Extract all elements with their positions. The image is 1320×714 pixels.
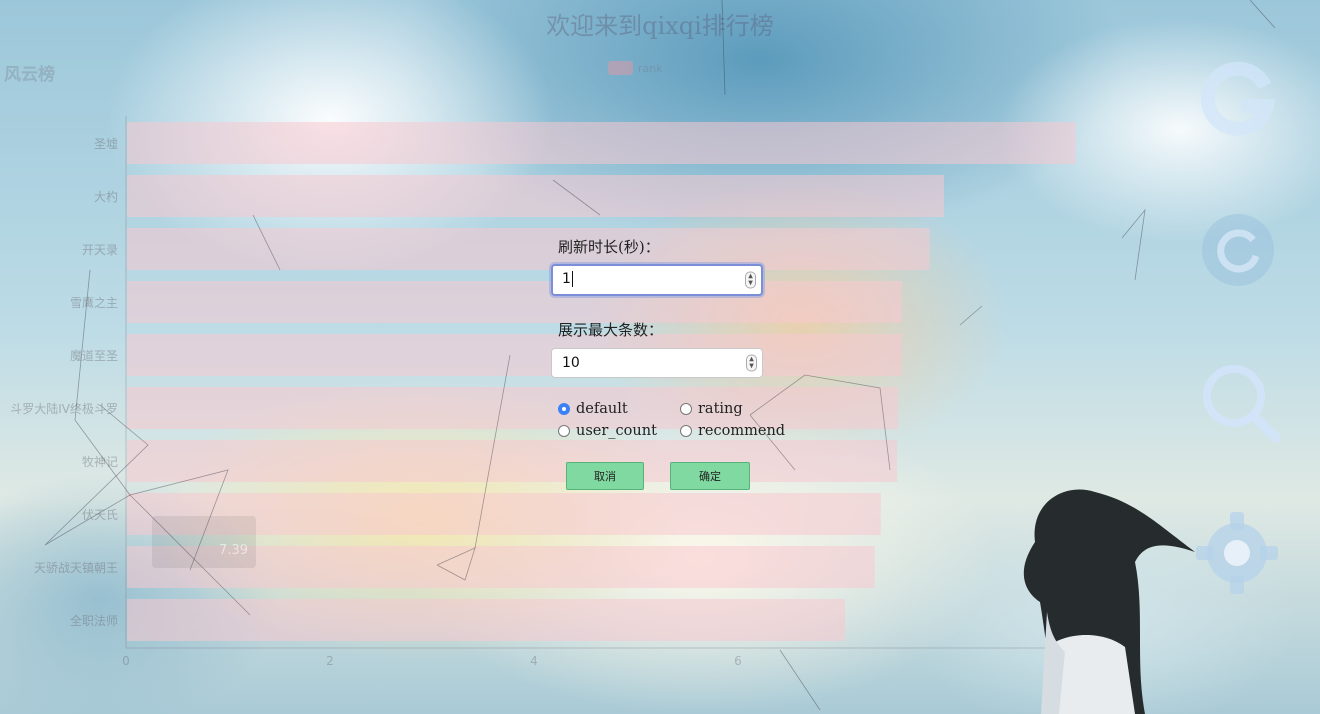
max-items-label: 展示最大条数： <box>558 321 664 339</box>
refresh-interval-stepper[interactable]: ▲ ▼ <box>745 271 756 289</box>
radio-user-count-label: user_count <box>576 423 657 439</box>
radio-default[interactable]: default <box>558 401 628 417</box>
radio-recommend-label: recommend <box>698 423 786 439</box>
radio-recommend[interactable]: recommend <box>680 423 785 439</box>
radio-user-count-dot[interactable] <box>558 425 570 437</box>
radio-default-label: default <box>576 401 628 417</box>
radio-rating-dot[interactable] <box>680 403 692 415</box>
max-items-value: 10 <box>562 355 580 371</box>
refresh-interval-input[interactable]: 1 ▲ ▼ <box>551 264 763 296</box>
refresh-interval-label: 刷新时长(秒)： <box>558 238 660 256</box>
radio-rating-label: rating <box>698 401 743 417</box>
radio-recommend-dot[interactable] <box>680 425 692 437</box>
radio-default-dot[interactable] <box>558 403 570 415</box>
confirm-button[interactable]: 确定 <box>670 462 750 490</box>
cancel-button[interactable]: 取消 <box>566 462 644 490</box>
radio-rating[interactable]: rating <box>680 401 743 417</box>
refresh-interval-value: 1 <box>562 271 571 287</box>
radio-user-count[interactable]: user_count <box>558 423 657 439</box>
settings-dialog: 刷新时长(秒)： 1 ▲ ▼ 展示最大条数： 10 ▲ ▼ default rati… <box>548 228 788 508</box>
text-cursor <box>571 271 573 287</box>
max-items-input[interactable]: 10 ▲ ▼ <box>551 348 763 378</box>
max-items-stepper[interactable]: ▲ ▼ <box>746 354 757 372</box>
